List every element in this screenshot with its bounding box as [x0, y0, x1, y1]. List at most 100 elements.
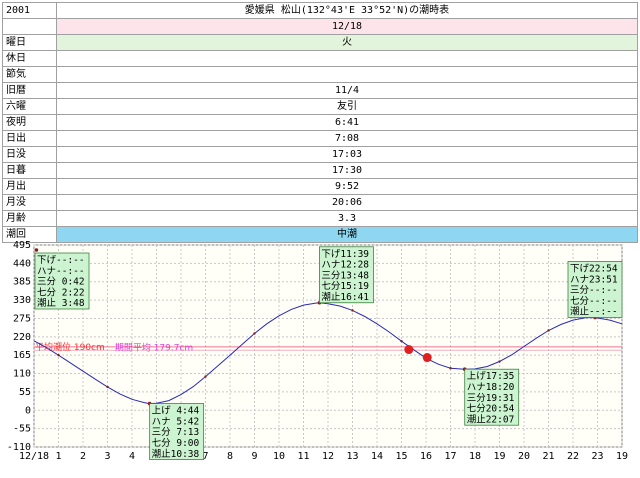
info-value: 20:06 — [56, 194, 638, 211]
info-label: 日暮 — [2, 162, 57, 179]
info-row: 節気 — [2, 66, 638, 83]
tide-event-line: 下げ22:54 — [570, 263, 618, 274]
info-label: 節気 — [2, 66, 57, 83]
info-label: 月没 — [2, 194, 57, 211]
tide-point — [106, 385, 109, 389]
tide-point — [253, 332, 256, 335]
info-value — [56, 66, 638, 83]
tide-event-line: 下げ--:-- — [37, 255, 85, 266]
info-value: 17:30 — [56, 162, 638, 179]
tide-event-line: 七分15:19 — [321, 281, 369, 292]
tide-event-line: 潮止16:41 — [321, 291, 369, 303]
tide-event-line: 潮止22:07 — [467, 413, 515, 425]
tide-event-line: 三分--:-- — [570, 285, 618, 296]
x-tick-label: 1 — [55, 451, 61, 462]
x-tick-label: 20 — [518, 451, 530, 462]
y-tick-label: 495 — [13, 240, 31, 251]
info-label: 曜日 — [2, 34, 57, 51]
info-row: 月出 9:52 — [2, 178, 638, 195]
x-tick-label: 3 — [104, 451, 110, 462]
info-label: 六曜 — [2, 98, 57, 115]
y-tick-label: 165 — [13, 350, 31, 361]
y-tick-label: 440 — [13, 258, 31, 269]
x-tick-label: 14 — [371, 451, 383, 462]
x-tick-label: 19 — [616, 451, 628, 462]
info-label: 月齢 — [2, 210, 57, 227]
info-label: 旧暦 — [2, 82, 57, 99]
y-tick-label: 385 — [13, 277, 31, 288]
x-tick-label: 19 — [493, 451, 505, 462]
info-label: 夜明 — [2, 114, 57, 131]
current-marker — [422, 353, 432, 363]
info-value: 7:08 — [56, 130, 638, 147]
x-tick-label: 12 — [322, 451, 334, 462]
info-row: 月没 20:06 — [2, 194, 638, 211]
tide-event-line: 上げ17:35 — [467, 371, 515, 382]
info-value: 3.3 — [56, 210, 638, 227]
y-tick-label: 55 — [19, 387, 31, 398]
tide-event-line: 七分20:54 — [467, 404, 515, 415]
tide-point — [400, 339, 403, 343]
x-tick-label: 12/18 — [19, 451, 49, 462]
location-title: 愛媛県 松山(132°43'E 33°52'N)の潮時表 — [56, 2, 638, 19]
info-value: 9:52 — [56, 178, 638, 195]
tide-event-box: 上げ17:35ハナ18:20三分19:31七分20:54潮止22:07 — [464, 368, 520, 426]
y-tick-label: 110 — [13, 369, 31, 380]
info-table: 2001 愛媛県 松山(132°43'E 33°52'N)の潮時表 12/18 曜… — [2, 2, 638, 243]
tide-chart: 495440385330275220165110550-55-11012/18 1… — [7, 240, 628, 462]
y-tick-label: 275 — [13, 313, 31, 324]
y-tick-label: 0 — [25, 405, 31, 416]
x-tick-label: 4 — [129, 451, 135, 462]
x-tick-label: 15 — [395, 451, 407, 462]
info-row: 日没 17:03 — [2, 146, 638, 163]
info-row: 月齢 3.3 — [2, 210, 638, 227]
tide-event-box: 下げ--:--ハナ--:--三分 0:42七分 2:22潮止 3:48 — [34, 252, 90, 310]
tide-event-line: ハナ18:20 — [467, 382, 515, 393]
tide-point — [351, 309, 354, 312]
tide-event-line: ハナ 5:42 — [152, 416, 200, 427]
tide-event-line: 三分 0:42 — [37, 277, 85, 288]
info-row: 夜明 6:41 — [2, 114, 638, 131]
info-label — [2, 18, 57, 35]
tide-event-box: 上げ 4:44ハナ 5:42三分 7:13七分 9:00潮止10:38 — [149, 403, 205, 460]
y-tick-label: -55 — [13, 424, 31, 435]
info-value: 11/4 — [56, 82, 638, 99]
info-row: 12/18 — [2, 18, 638, 35]
info-value: 12/18 — [56, 18, 638, 35]
x-tick-label: 16 — [420, 451, 432, 462]
info-value: 17:03 — [56, 146, 638, 163]
tide-event-line: ハナ--:-- — [37, 266, 85, 277]
x-tick-label: 23 — [591, 451, 603, 462]
year-cell: 2001 — [2, 2, 57, 19]
header-row: 2001 愛媛県 松山(132°43'E 33°52'N)の潮時表 — [2, 2, 638, 19]
info-row: 曜日火 — [2, 34, 638, 51]
tide-event-line: 潮止--:-- — [570, 306, 618, 318]
tide-event-line: 七分 9:00 — [152, 438, 200, 449]
info-value: 友引 — [56, 98, 638, 115]
tide-event-line: 七分--:-- — [570, 296, 618, 307]
tide-point — [498, 360, 501, 363]
y-tick-label: 220 — [13, 332, 31, 343]
tide-event-line: 七分 2:22 — [37, 287, 85, 298]
info-label: 日没 — [2, 146, 57, 163]
x-tick-label: 21 — [542, 451, 554, 462]
tide-event-line: 三分19:31 — [467, 393, 515, 404]
info-row: 旧暦 11/4 — [2, 82, 638, 99]
info-row: 日暮 17:30 — [2, 162, 638, 179]
info-row: 日出 7:08 — [2, 130, 638, 147]
tide-event-box: 下げ11:39ハナ12:28三分13:48七分15:19潮止16:41 — [319, 246, 374, 304]
extremum-point — [34, 248, 39, 252]
tide-event-box: 下げ22:54ハナ23:51三分--:--七分--:--潮止--:-- — [567, 261, 623, 318]
x-tick-label: 22 — [567, 451, 579, 462]
info-row: 六曜 友引 — [2, 98, 638, 115]
info-label: 月出 — [2, 178, 57, 195]
x-tick-label: 13 — [346, 451, 358, 462]
x-tick-label: 2 — [80, 451, 86, 462]
tide-event-line: 下げ11:39 — [321, 249, 369, 260]
info-value — [56, 50, 638, 67]
info-label: 休日 — [2, 50, 57, 67]
tide-event-line: 三分13:48 — [321, 270, 369, 281]
tide-event-line: ハナ23:51 — [570, 274, 618, 285]
tide-point — [57, 353, 60, 357]
x-tick-label: 9 — [251, 451, 257, 462]
